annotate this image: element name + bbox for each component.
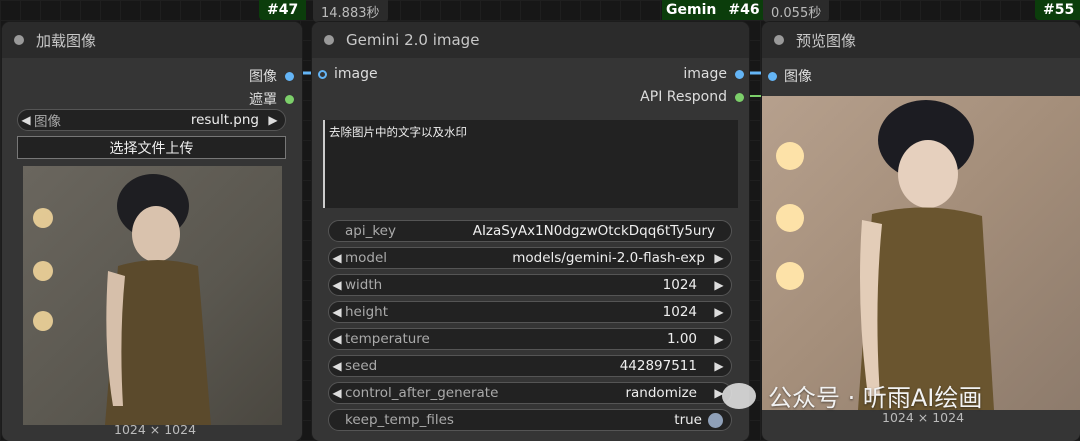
widget-value: randomize: [625, 385, 697, 401]
output-image[interactable]: image: [683, 66, 744, 82]
output-image[interactable]: 图像: [249, 66, 294, 86]
seed-number-widget[interactable]: ◀ seed 442897511 ▶: [328, 355, 732, 377]
input-image[interactable]: 图像: [768, 66, 812, 86]
arrow-left-icon[interactable]: ◀: [329, 251, 345, 265]
output-api-respond[interactable]: API Respond: [640, 89, 744, 105]
collapse-dot-icon[interactable]: [774, 35, 784, 45]
portrait-image: [776, 100, 994, 410]
input-socket-icon[interactable]: [318, 69, 327, 79]
widget-value: 1.00: [666, 331, 697, 347]
watermark-text: 公众号 · 听雨AI绘画: [768, 384, 983, 412]
image-dims: 1024 × 1024: [114, 422, 197, 437]
temperature-number-widget[interactable]: ◀ temperature 1.00 ▶: [328, 328, 732, 350]
input-image[interactable]: image: [318, 66, 378, 82]
widget-label: api_key: [345, 223, 396, 239]
widget-label: keep_temp_files: [345, 412, 454, 428]
watermark: 公众号 · 听雨AI绘画: [722, 378, 982, 413]
output-socket-icon[interactable]: [285, 94, 294, 104]
preview-node-header[interactable]: 预览图像: [762, 22, 1080, 58]
prompt-text: 去除图片中的文字以及水印: [329, 125, 467, 139]
arrow-right-icon[interactable]: ▶: [711, 251, 727, 265]
portrait-image: [33, 174, 211, 425]
widget-value: true: [674, 412, 702, 428]
control-after-generate-widget[interactable]: ◀ control_after_generate randomize ▶: [328, 382, 732, 404]
input-label: 图像: [784, 69, 812, 85]
load-image-node-header[interactable]: 加载图像: [2, 22, 302, 58]
widget-value: AIzaSyAx1N0dgzwOtckDqq6tTy5ury: [472, 223, 715, 239]
height-number-widget[interactable]: ◀ height 1024 ▶: [328, 301, 732, 323]
node-id-badge: #55: [1035, 0, 1080, 20]
output-socket-icon[interactable]: [735, 69, 744, 79]
output-socket-icon[interactable]: [735, 92, 744, 102]
load-image-node[interactable]: 加载图像 图像 遮罩 ◀ 图像 result.png ▶ 选择文件上传 1024…: [2, 22, 302, 441]
api-key-widget[interactable]: api_key AIzaSyAx1N0dgzwOtckDqq6tTy5ury: [328, 220, 732, 242]
node-title: 预览图像: [796, 31, 857, 50]
toggle-knob-icon[interactable]: [708, 412, 723, 428]
widget-value: 1024: [662, 277, 697, 293]
output-label: image: [683, 66, 727, 82]
output-label: 遮罩: [249, 92, 277, 108]
widget-value: result.png: [190, 112, 259, 128]
output-socket-icon[interactable]: [285, 71, 294, 81]
gemini-node-header[interactable]: Gemini 2.0 image: [312, 22, 749, 58]
output-mask[interactable]: 遮罩: [249, 89, 294, 109]
output-label: API Respond: [640, 89, 727, 105]
widget-label: 图像: [34, 114, 61, 130]
node-id-badge: Gemin #46: [662, 0, 768, 20]
widget-label: width: [345, 277, 383, 293]
collapse-dot-icon[interactable]: [14, 35, 24, 45]
widget-label: control_after_generate: [345, 385, 499, 401]
widget-label: seed: [345, 358, 378, 374]
execution-time: 0.055秒: [763, 0, 830, 22]
node-title: Gemini 2.0 image: [346, 31, 480, 49]
arrow-right-icon[interactable]: ▶: [265, 113, 281, 127]
node-id-badge: #47: [259, 0, 307, 20]
widget-label: temperature: [345, 331, 430, 347]
node-id-text: #46: [720, 0, 768, 20]
widget-label: height: [345, 304, 389, 320]
arrow-left-icon[interactable]: ◀: [329, 305, 345, 319]
widget-value: models/gemini-2.0-flash-exp: [512, 250, 705, 266]
arrow-right-icon[interactable]: ▶: [711, 332, 727, 346]
node-title: 加载图像: [36, 31, 97, 50]
arrow-left-icon[interactable]: ◀: [329, 278, 345, 292]
width-number-widget[interactable]: ◀ width 1024 ▶: [328, 274, 732, 296]
image-combo-widget[interactable]: ◀ 图像 result.png ▶: [17, 109, 286, 131]
arrow-right-icon[interactable]: ▶: [711, 305, 727, 319]
collapse-dot-icon[interactable]: [324, 35, 334, 45]
widget-label: model: [345, 250, 388, 266]
output-label: 图像: [249, 69, 277, 85]
upload-button[interactable]: 选择文件上传: [17, 136, 286, 159]
arrow-right-icon[interactable]: ▶: [711, 359, 727, 373]
input-label: image: [334, 66, 378, 82]
widget-value: 1024: [662, 304, 697, 320]
input-socket-icon[interactable]: [768, 71, 777, 81]
arrow-left-icon[interactable]: ◀: [329, 332, 345, 346]
wechat-icon: [722, 382, 756, 409]
output-image-preview: [762, 96, 1080, 410]
arrow-left-icon[interactable]: ◀: [18, 113, 34, 127]
prompt-textarea[interactable]: 去除图片中的文字以及水印: [323, 120, 738, 208]
keep-temp-files-toggle[interactable]: keep_temp_files true: [328, 409, 732, 431]
gemini-node[interactable]: Gemini 2.0 image image image API Respond…: [312, 22, 749, 441]
model-combo-widget[interactable]: ◀ model models/gemini-2.0-flash-exp ▶: [328, 247, 732, 269]
arrow-left-icon[interactable]: ◀: [329, 386, 345, 400]
node-tag-text: Gemin: [662, 0, 721, 20]
execution-time: 14.883秒: [313, 0, 388, 22]
arrow-left-icon[interactable]: ◀: [329, 359, 345, 373]
arrow-right-icon[interactable]: ▶: [711, 278, 727, 292]
widget-value: 442897511: [619, 358, 697, 374]
loaded-image-preview: [23, 166, 282, 425]
